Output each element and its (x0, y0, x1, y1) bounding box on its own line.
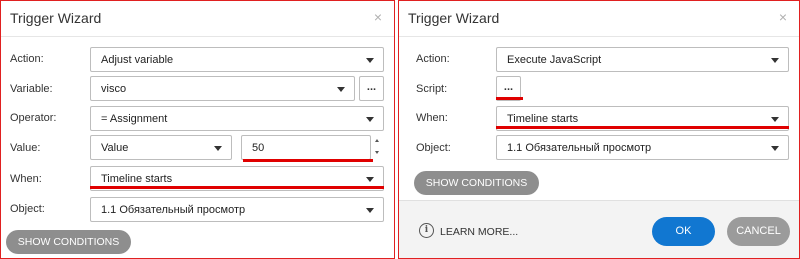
spin-up-icon[interactable] (373, 135, 382, 147)
right-action-select[interactable]: Execute JavaScript (496, 47, 789, 72)
spin-down-icon[interactable] (373, 147, 382, 159)
left-operator-select[interactable]: = Assignment (90, 106, 384, 131)
chevron-down-icon (771, 58, 779, 63)
chevron-down-icon (366, 117, 374, 122)
left-object-label: Object: (10, 203, 45, 215)
left-action-select[interactable]: Adjust variable (90, 47, 384, 72)
left-variable-select[interactable]: visco (90, 76, 355, 101)
left-action-value: Adjust variable (101, 54, 174, 66)
right-object-label: Object: (416, 142, 451, 154)
right-show-conditions-button[interactable]: SHOW CONDITIONS (414, 171, 539, 195)
left-value-spinner (373, 135, 382, 160)
left-close-icon[interactable]: × (374, 9, 382, 25)
left-variable-more-button[interactable]: ... (359, 76, 384, 101)
ok-button[interactable]: OK (652, 217, 715, 246)
left-trigger-wizard-panel: Trigger Wizard × Action: Adjust variable… (0, 0, 395, 259)
left-object-select[interactable]: 1.1 Обязательный просмотр (90, 197, 384, 222)
right-dialog-footer: i LEARN MORE... OK CANCEL (399, 200, 799, 258)
left-when-highlight (90, 186, 384, 189)
chevron-down-icon (337, 87, 345, 92)
left-when-label: When: (10, 173, 42, 185)
cancel-button[interactable]: CANCEL (727, 217, 790, 246)
right-trigger-wizard-panel: Trigger Wizard × Action: Execute JavaScr… (398, 0, 800, 259)
left-operator-value: = Assignment (101, 113, 168, 125)
left-value-input[interactable]: 50 (241, 135, 371, 160)
right-script-label: Script: (416, 83, 448, 95)
right-when-label: When: (416, 112, 448, 124)
chevron-down-icon (771, 117, 779, 122)
right-action-value: Execute JavaScript (507, 54, 602, 66)
left-dialog-title: Trigger Wizard (10, 10, 102, 26)
left-variable-value: visco (101, 83, 127, 95)
left-value-type-select[interactable]: Value (90, 135, 232, 160)
chevron-down-icon (214, 146, 222, 151)
left-show-conditions-button[interactable]: SHOW CONDITIONS (6, 230, 131, 254)
chevron-down-icon (771, 146, 779, 151)
left-operator-label: Operator: (10, 112, 57, 124)
left-value-highlight (243, 159, 373, 162)
chevron-down-icon (366, 208, 374, 213)
right-action-label: Action: (416, 53, 450, 65)
right-close-icon[interactable]: × (779, 9, 787, 25)
left-value-input-text: 50 (252, 142, 265, 154)
right-script-highlight (496, 97, 523, 100)
left-object-value: 1.1 Обязательный просмотр (101, 204, 246, 216)
right-dialog-title: Trigger Wizard (408, 10, 500, 26)
left-variable-label: Variable: (10, 83, 53, 95)
left-action-label: Action: (10, 53, 44, 65)
left-value-type-value: Value (101, 142, 129, 154)
chevron-down-icon (366, 177, 374, 182)
left-value-label: Value: (10, 142, 41, 154)
right-object-value: 1.1 Обязательный просмотр (507, 142, 652, 154)
chevron-down-icon (366, 58, 374, 63)
learn-more-link[interactable]: LEARN MORE... (440, 226, 518, 238)
left-when-value: Timeline starts (101, 173, 173, 185)
right-when-value: Timeline starts (507, 113, 579, 125)
right-object-select[interactable]: 1.1 Обязательный просмотр (496, 135, 789, 160)
right-when-highlight (496, 126, 789, 129)
info-icon: i (419, 223, 434, 238)
left-title-bar: Trigger Wizard × (1, 1, 394, 37)
right-title-bar: Trigger Wizard × (399, 1, 799, 37)
